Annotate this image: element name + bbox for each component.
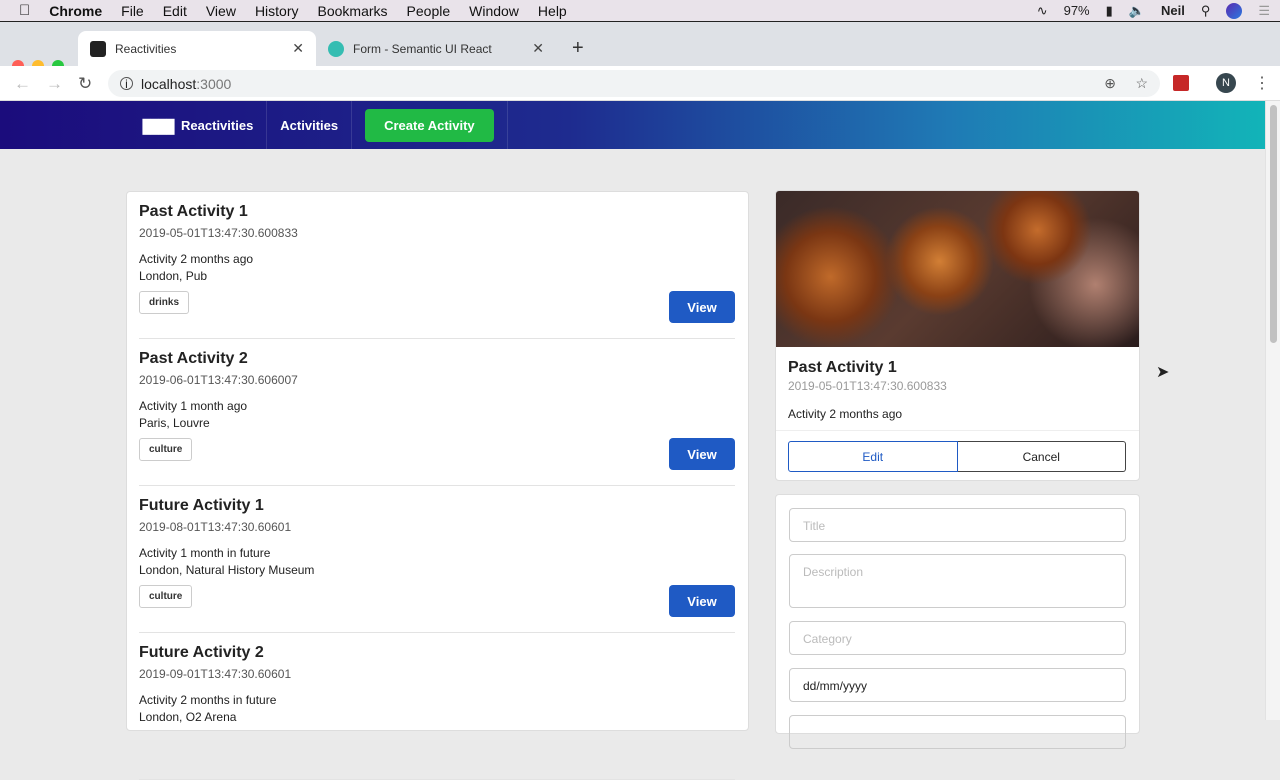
activity-description: Activity 1 month in future: [139, 546, 271, 560]
reload-icon[interactable]: ↻: [78, 74, 92, 94]
nav-activities[interactable]: Activities: [267, 101, 353, 149]
title-input[interactable]: Title: [789, 508, 1126, 542]
semantic-ui-icon: [328, 40, 344, 57]
category-tag[interactable]: drinks: [139, 291, 190, 314]
activity-date: 2019-08-01T13:47:30.60601: [139, 520, 292, 534]
apple-icon[interactable]: : [19, 2, 30, 19]
bookmark-star-icon[interactable]: ☆: [1135, 75, 1148, 92]
activity-item: Future Activity 2 2019-09-01T13:47:30.60…: [139, 633, 735, 780]
mac-menubar:  Chrome File Edit View History Bookmark…: [0, 0, 1280, 22]
forward-icon[interactable]: →: [46, 74, 63, 94]
date-input[interactable]: dd/mm/yyyy: [789, 668, 1126, 702]
activity-venue: Paris, Louvre: [139, 416, 210, 430]
battery-percent[interactable]: 97%: [1064, 3, 1090, 18]
tab-reactivities[interactable]: Reactivities ✕: [78, 31, 316, 66]
extension-icon[interactable]: [1173, 75, 1189, 91]
activity-date: 2019-05-01T13:47:30.600833: [139, 226, 298, 240]
create-activity-button[interactable]: Create Activity: [365, 108, 494, 142]
divider: [776, 430, 1139, 431]
activity-item: Past Activity 1 2019-05-01T13:47:30.6008…: [139, 192, 735, 339]
activity-title: Future Activity 2: [139, 644, 264, 661]
activity-title: Future Activity 1: [139, 497, 264, 514]
chrome-menu-icon[interactable]: ⋮: [1254, 73, 1270, 93]
app-navbar: ▮▮▮▮ Reactivities Activities Create Acti…: [0, 101, 1265, 149]
menu-file[interactable]: File: [121, 3, 144, 19]
nav-brand[interactable]: ▮▮▮▮ Reactivities: [128, 101, 268, 149]
detail-description: Activity 2 months ago: [788, 407, 903, 421]
url-input[interactable]: i localhost:3000 ⊕ ☆: [108, 70, 1160, 97]
notification-icon[interactable]: ☰: [1258, 3, 1270, 19]
address-bar: ← → ↻ i localhost:3000 ⊕ ☆ N ⋮: [0, 66, 1280, 101]
menu-view[interactable]: View: [206, 3, 236, 19]
city-input[interactable]: [789, 715, 1126, 749]
activity-date: 2019-06-01T13:47:30.606007: [139, 373, 298, 387]
close-tab-icon[interactable]: ✕: [292, 40, 304, 57]
activity-venue: London, O2 Arena: [139, 710, 237, 724]
menu-edit[interactable]: Edit: [163, 3, 187, 19]
profile-avatar[interactable]: N: [1216, 73, 1236, 93]
activity-item: Future Activity 1 2019-08-01T13:47:30.60…: [139, 486, 735, 633]
activity-form: Title Description Category dd/mm/yyyy: [775, 494, 1140, 749]
detail-title: Past Activity 1: [788, 359, 897, 376]
menu-help[interactable]: Help: [538, 3, 567, 19]
menu-app[interactable]: Chrome: [49, 3, 102, 19]
menu-history[interactable]: History: [255, 3, 299, 19]
activity-item: Past Activity 2 2019-06-01T13:47:30.6060…: [139, 339, 735, 486]
spotlight-icon[interactable]: ⚲: [1201, 3, 1211, 19]
url-host: localhost: [141, 75, 197, 92]
react-icon: [90, 40, 106, 57]
tab-title: Form - Semantic UI React: [353, 41, 492, 56]
page-scrollbar[interactable]: [1265, 101, 1280, 720]
back-icon[interactable]: ←: [14, 74, 31, 94]
view-button[interactable]: View: [669, 438, 735, 470]
wifi-icon[interactable]: ∿: [1037, 3, 1048, 19]
tab-title: Reactivities: [115, 41, 177, 56]
user-name[interactable]: Neil: [1161, 3, 1185, 18]
menu-window[interactable]: Window: [469, 3, 519, 19]
logo-icon: ▮▮▮▮: [141, 114, 176, 137]
activity-venue: London, Pub: [139, 269, 208, 283]
view-button[interactable]: View: [669, 585, 735, 617]
detail-date: 2019-05-01T13:47:30.600833: [788, 379, 947, 393]
tab-semantic-form[interactable]: Form - Semantic UI React ✕: [316, 31, 556, 66]
activity-venue: London, Natural History Museum: [139, 563, 315, 577]
activity-title: Past Activity 1: [139, 203, 248, 220]
battery-icon[interactable]: ▮: [1106, 3, 1113, 19]
menu-people[interactable]: People: [407, 3, 451, 19]
activity-description: Activity 2 months ago: [139, 252, 254, 266]
menu-bookmarks[interactable]: Bookmarks: [318, 3, 388, 19]
close-tab-icon[interactable]: ✕: [532, 40, 544, 57]
activity-description: Activity 1 month ago: [139, 399, 248, 413]
scrollbar-thumb[interactable]: [1270, 105, 1277, 343]
activity-description: Activity 2 months in future: [139, 693, 277, 707]
edit-button[interactable]: Edit: [788, 441, 958, 472]
category-tag[interactable]: culture: [139, 438, 193, 461]
activity-list: Past Activity 1 2019-05-01T13:47:30.6008…: [126, 191, 749, 780]
description-textarea[interactable]: Description: [789, 554, 1126, 608]
category-input[interactable]: Category: [789, 621, 1126, 655]
new-tab-button[interactable]: +: [560, 31, 584, 66]
activity-date: 2019-09-01T13:47:30.60601: [139, 667, 292, 681]
url-port: :3000: [196, 75, 232, 92]
category-tag[interactable]: culture: [139, 585, 193, 608]
brand-label: Reactivities: [181, 117, 254, 133]
siri-icon[interactable]: [1226, 2, 1243, 19]
volume-icon[interactable]: 🔈: [1129, 3, 1145, 19]
info-icon[interactable]: i: [120, 77, 133, 91]
cancel-button[interactable]: Cancel: [957, 441, 1126, 472]
mouse-cursor-icon: ➤: [1156, 364, 1170, 381]
view-button[interactable]: View: [669, 291, 735, 323]
activity-image: [776, 191, 1139, 347]
zoom-icon[interactable]: ⊕: [1104, 75, 1116, 92]
activity-detail-card: Past Activity 1 2019-05-01T13:47:30.6008…: [775, 190, 1140, 481]
activity-title: Past Activity 2: [139, 350, 248, 367]
